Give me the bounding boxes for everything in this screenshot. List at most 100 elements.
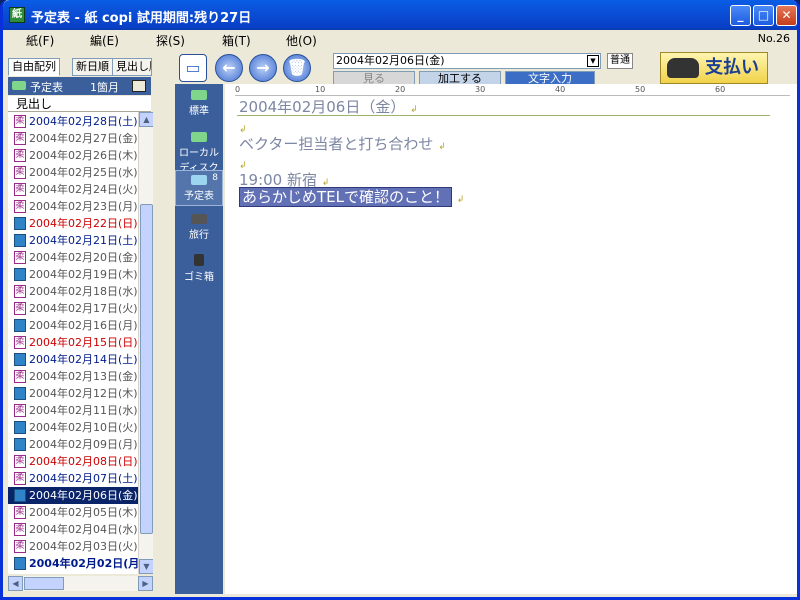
list-item[interactable]: 2004年02月12日(木) bbox=[8, 385, 140, 402]
menu-search[interactable]: 探(S) bbox=[156, 32, 185, 49]
list-item[interactable]: 柔 2004年02月24日(火) bbox=[8, 181, 140, 198]
menu-box[interactable]: 箱(T) bbox=[222, 32, 251, 49]
list-item-label: 2004年02月09日(月) bbox=[29, 438, 138, 451]
main-toolbar: ▭ ← → 🗑 2004年02月06日(金) ▼ 普通 見る 加工する 文字入力… bbox=[175, 52, 797, 85]
payment-button[interactable]: 支払い bbox=[660, 52, 768, 84]
list-horizontal-scrollbar[interactable]: ◀ ▶ bbox=[8, 576, 153, 591]
list-item-label: 2004年02月02日(月) bbox=[29, 557, 145, 570]
tab-new-date-order[interactable]: 新日順 bbox=[72, 58, 113, 76]
folder-sidebar: 標準 ローカル ディスク 8 予定表 旅行 ゴミ箱 bbox=[175, 84, 223, 594]
list-item[interactable]: 柔 2004年02月07日(土) bbox=[8, 470, 140, 487]
tab-view[interactable]: 見る bbox=[333, 71, 415, 85]
back-button[interactable]: ← bbox=[215, 54, 243, 82]
tab-edit[interactable]: 加工する bbox=[419, 71, 501, 85]
list-item[interactable]: 2004年02月19日(木) bbox=[8, 266, 140, 283]
highlighted-text: あらかじめTELで確認のこと！ bbox=[239, 187, 452, 207]
h-scroll-thumb[interactable] bbox=[24, 577, 64, 590]
maximize-button[interactable]: □ bbox=[753, 5, 774, 26]
ruler-mark: 10 bbox=[315, 85, 326, 94]
close-button[interactable]: ✕ bbox=[776, 5, 797, 26]
trash-button[interactable]: 🗑 bbox=[283, 54, 311, 82]
date-selector[interactable]: 2004年02月06日(金) ▼ bbox=[333, 53, 601, 69]
current-folder-label: 予定表 bbox=[30, 81, 63, 94]
list-item-label: 2004年02月08日(日) bbox=[29, 455, 138, 468]
wallet-icon bbox=[667, 58, 699, 78]
list-item[interactable]: 2004年02月02日(月) bbox=[8, 555, 144, 572]
list-item[interactable]: 柔 2004年02月15日(日) bbox=[8, 334, 140, 351]
list-item[interactable]: 柔 2004年02月28日(土) bbox=[8, 113, 140, 130]
list-item-label: 2004年02月10日(火) bbox=[29, 421, 138, 434]
period-dropdown[interactable]: 1箇月 bbox=[90, 79, 119, 95]
scroll-left-icon[interactable]: ◀ bbox=[8, 576, 23, 591]
line-text: ベクター担当者と打ち合わせ bbox=[239, 135, 434, 153]
forward-button[interactable]: → bbox=[249, 54, 277, 82]
list-item[interactable]: 柔 2004年02月04日(水) bbox=[8, 521, 140, 538]
list-item-label: 2004年02月16日(月) bbox=[29, 319, 138, 332]
list-item-label: 2004年02月04日(水) bbox=[29, 523, 138, 536]
calendar-icon bbox=[14, 234, 26, 247]
calendar-icon bbox=[14, 489, 26, 502]
list-item[interactable]: 柔 2004年02月20日(金) bbox=[8, 249, 140, 266]
list-item[interactable]: 2004年02月16日(月) bbox=[8, 317, 140, 334]
list-vertical-scrollbar[interactable]: ▲ ▼ bbox=[138, 112, 153, 574]
editor-line-highlighted: あらかじめTELで確認のこと！ ↲ bbox=[239, 186, 464, 207]
memo-icon: 柔 bbox=[14, 540, 26, 553]
tab-free-order[interactable]: 自由配列 bbox=[8, 58, 60, 76]
list-item[interactable]: 2004年02月10日(火) bbox=[8, 419, 140, 436]
ruler-mark: 0 bbox=[235, 85, 241, 94]
editor-area[interactable]: 0 10 20 30 40 50 60 2004年02月06日（金） ↲ ↲ ベ… bbox=[225, 84, 797, 594]
list-item[interactable]: 柔 2004年02月03日(火) bbox=[8, 538, 140, 555]
folder-up-icon[interactable] bbox=[132, 80, 146, 92]
scroll-right-icon[interactable]: ▶ bbox=[138, 576, 153, 591]
list-item[interactable]: 柔 2004年02月08日(日) bbox=[8, 453, 140, 470]
list-item[interactable]: 柔 2004年02月13日(金) bbox=[8, 368, 140, 385]
list-item[interactable]: 柔 2004年02月11日(水) bbox=[8, 402, 140, 419]
list-item-label: 2004年02月18日(水) bbox=[29, 285, 138, 298]
list-item-label: 2004年02月07日(土) bbox=[29, 472, 138, 485]
list-item[interactable]: 2004年02月14日(土) bbox=[8, 351, 140, 368]
menu-file[interactable]: 紙(F) bbox=[26, 32, 54, 49]
list-item[interactable]: 柔 2004年02月18日(水) bbox=[8, 283, 140, 300]
list-item[interactable]: 柔 2004年02月17日(火) bbox=[8, 300, 140, 317]
list-item[interactable]: 2004年02月22日(日) bbox=[8, 215, 140, 232]
ruler: 0 10 20 30 40 50 60 bbox=[235, 85, 790, 96]
folder-standard[interactable]: 標準 bbox=[175, 86, 223, 124]
list-item[interactable]: 2004年02月21日(土) bbox=[8, 232, 140, 249]
tab-heading-order[interactable]: 見出し順 bbox=[112, 58, 152, 76]
memo-icon: 柔 bbox=[14, 183, 26, 196]
list-item-label: 2004年02月17日(火) bbox=[29, 302, 138, 315]
calendar-icon bbox=[14, 438, 26, 451]
list-item[interactable]: 柔 2004年02月25日(水) bbox=[8, 164, 140, 181]
menu-edit[interactable]: 編(E) bbox=[90, 32, 119, 49]
list-item-label: 2004年02月23日(月) bbox=[29, 200, 138, 213]
calendar-icon bbox=[14, 319, 26, 332]
tab-text-input[interactable]: 文字入力 bbox=[505, 71, 595, 85]
calendar-icon bbox=[14, 387, 26, 400]
folder-local-disk[interactable]: ローカル ディスク bbox=[175, 128, 223, 174]
window-title: 予定表 - 紙 copi 試用期間:残り27日 bbox=[31, 11, 252, 26]
scroll-down-icon[interactable]: ▼ bbox=[139, 559, 153, 574]
folder-travel[interactable]: 旅行 bbox=[175, 210, 223, 248]
list-item[interactable]: 柔 2004年02月05日(木) bbox=[8, 504, 140, 521]
list-item[interactable]: 柔 2004年02月23日(月) bbox=[8, 198, 140, 215]
minimize-button[interactable]: _ bbox=[730, 5, 751, 26]
memo-icon: 柔 bbox=[14, 251, 26, 264]
scroll-thumb[interactable] bbox=[140, 204, 153, 534]
calendar-icon bbox=[14, 268, 26, 281]
list-item-label: 2004年02月20日(金) bbox=[29, 251, 138, 264]
folder-trash[interactable]: ゴミ箱 bbox=[175, 250, 223, 288]
dropdown-arrow-icon[interactable]: ▼ bbox=[587, 55, 599, 67]
memo-icon: 柔 bbox=[14, 370, 26, 383]
folder-schedule[interactable]: 8 予定表 bbox=[175, 170, 223, 206]
list-item[interactable]: 2004年02月09日(月) bbox=[8, 436, 140, 453]
new-document-button[interactable]: ▭ bbox=[179, 54, 207, 82]
ruler-mark: 30 bbox=[475, 85, 486, 94]
list-item[interactable]: 柔 2004年02月27日(金) bbox=[8, 130, 140, 147]
memo-icon: 柔 bbox=[14, 149, 26, 162]
list-item[interactable]: 柔 2004年02月26日(木) bbox=[8, 147, 140, 164]
normal-mode-button[interactable]: 普通 bbox=[607, 53, 633, 69]
scroll-up-icon[interactable]: ▲ bbox=[139, 112, 153, 127]
list-item[interactable]: 2004年02月06日(金) bbox=[8, 487, 140, 504]
menu-other[interactable]: 他(O) bbox=[286, 32, 317, 49]
ruler-mark: 60 bbox=[715, 85, 726, 94]
